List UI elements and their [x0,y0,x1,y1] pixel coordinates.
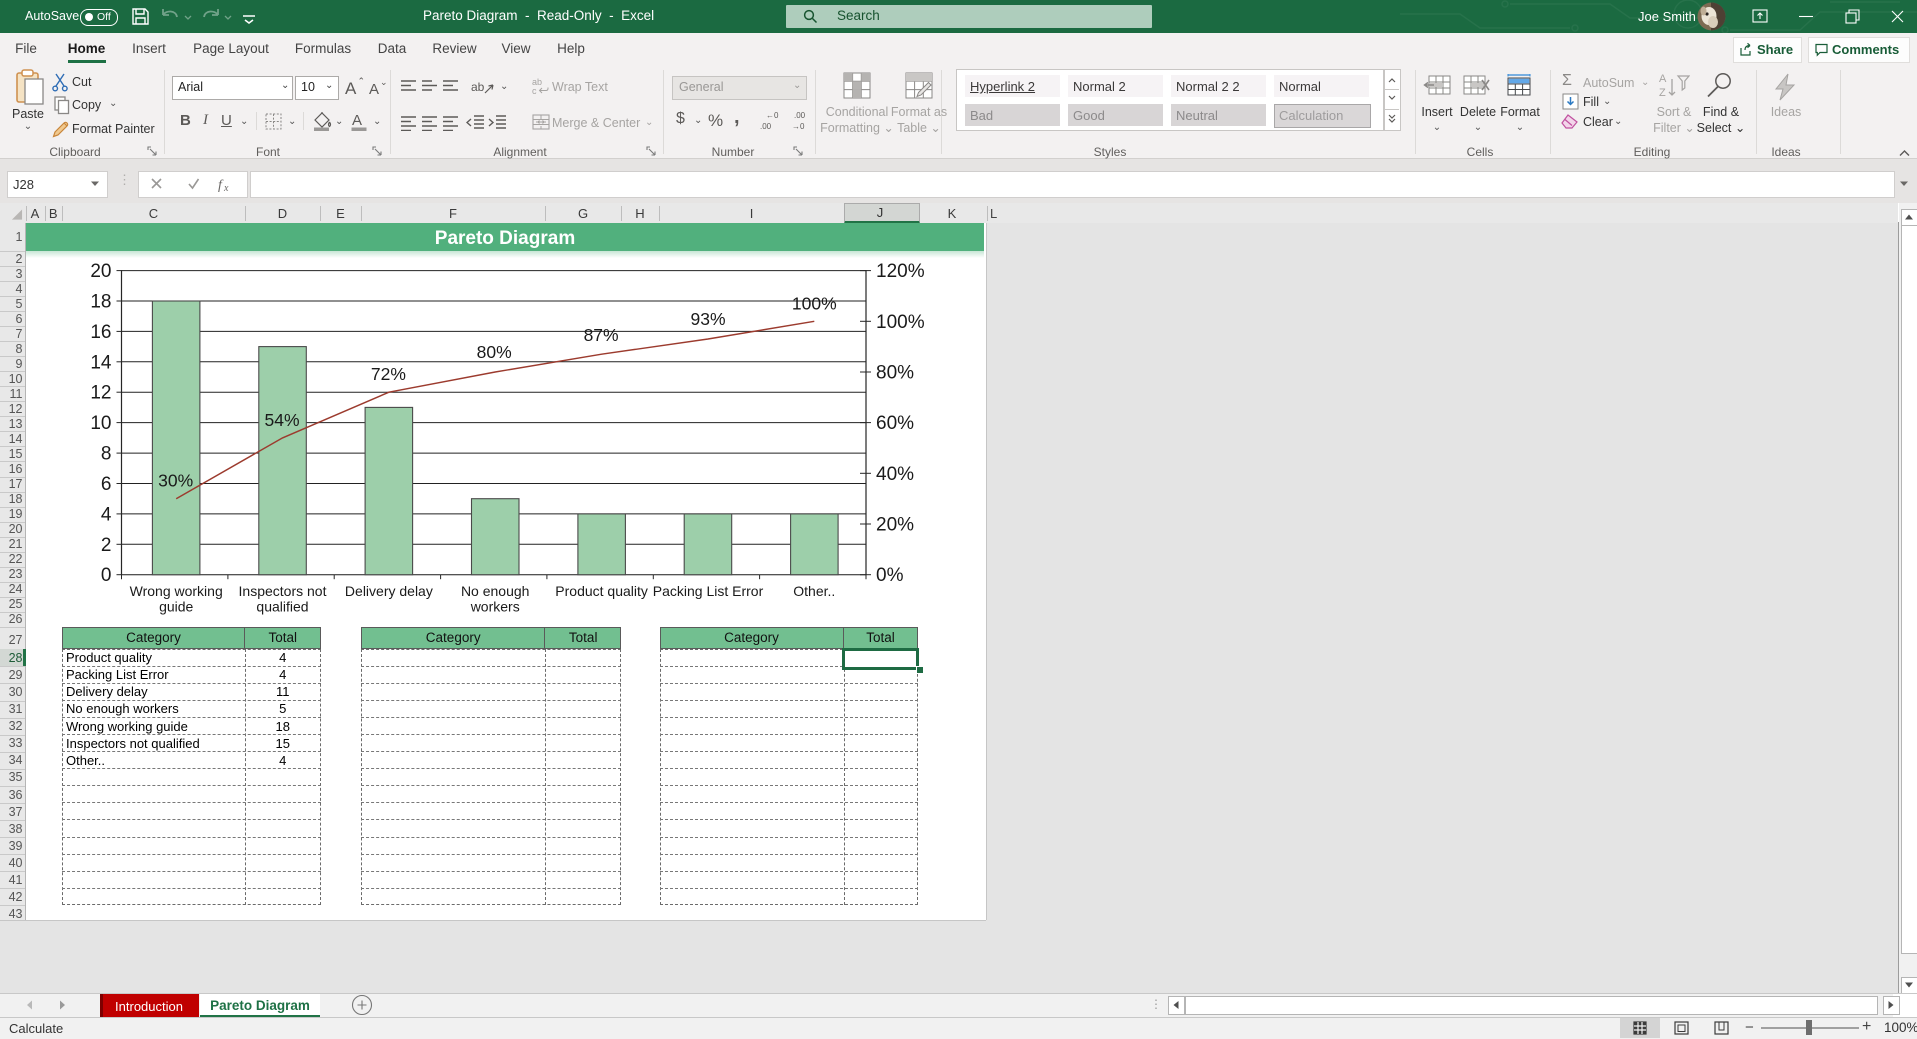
svg-text:qualified: qualified [256,599,308,615]
svg-text:0: 0 [101,565,112,586]
svg-text:8: 8 [101,444,112,465]
svg-text:80%: 80% [477,342,512,362]
svg-text:20%: 20% [876,515,914,536]
svg-text:A: A [369,81,379,98]
svg-text:72%: 72% [371,364,406,384]
svg-text:100%: 100% [792,293,837,313]
svg-text:14: 14 [90,352,112,373]
svg-text:80%: 80% [876,363,914,384]
svg-text:54%: 54% [264,410,299,430]
svg-text:Wrong working: Wrong working [130,583,223,599]
svg-text:120%: 120% [876,261,925,282]
svg-text:→0: →0 [792,122,805,131]
svg-text:workers: workers [470,599,520,615]
svg-text:Inspectors not: Inspectors not [239,583,327,599]
svg-text:⌃: ⌃ [358,76,366,86]
svg-text:93%: 93% [690,309,725,329]
svg-text:x: x [223,183,229,192]
svg-text:10: 10 [90,413,111,434]
svg-text:87%: 87% [584,325,619,345]
svg-text:c: c [532,86,537,95]
svg-text:.00: .00 [794,111,806,120]
svg-text:60%: 60% [876,413,914,434]
svg-text:No enough: No enough [461,583,530,599]
svg-text:⌄: ⌄ [380,77,388,87]
svg-text:guide: guide [159,599,193,615]
svg-text:0%: 0% [876,565,904,586]
svg-text:A: A [1659,73,1667,85]
svg-text:100%: 100% [876,312,925,333]
svg-text:←0: ←0 [766,111,779,120]
svg-text:4: 4 [101,504,112,525]
svg-text:Product quality: Product quality [555,583,648,599]
svg-text:16: 16 [90,322,111,343]
svg-text:ab: ab [471,80,485,94]
svg-text:Other..: Other.. [793,583,835,599]
svg-text:40%: 40% [876,464,914,485]
svg-text:Delivery delay: Delivery delay [345,583,433,599]
svg-text:A: A [345,79,357,98]
svg-text:2: 2 [101,535,112,556]
svg-text:.00: .00 [760,122,772,131]
svg-text:A: A [352,112,362,129]
svg-text:20: 20 [90,261,111,282]
svg-text:6: 6 [101,474,112,495]
svg-text:30%: 30% [158,471,193,491]
svg-text:12: 12 [90,383,111,404]
svg-text:Z: Z [1659,87,1666,99]
svg-text:18: 18 [90,292,111,313]
svg-text:Packing List Error: Packing List Error [653,583,764,599]
